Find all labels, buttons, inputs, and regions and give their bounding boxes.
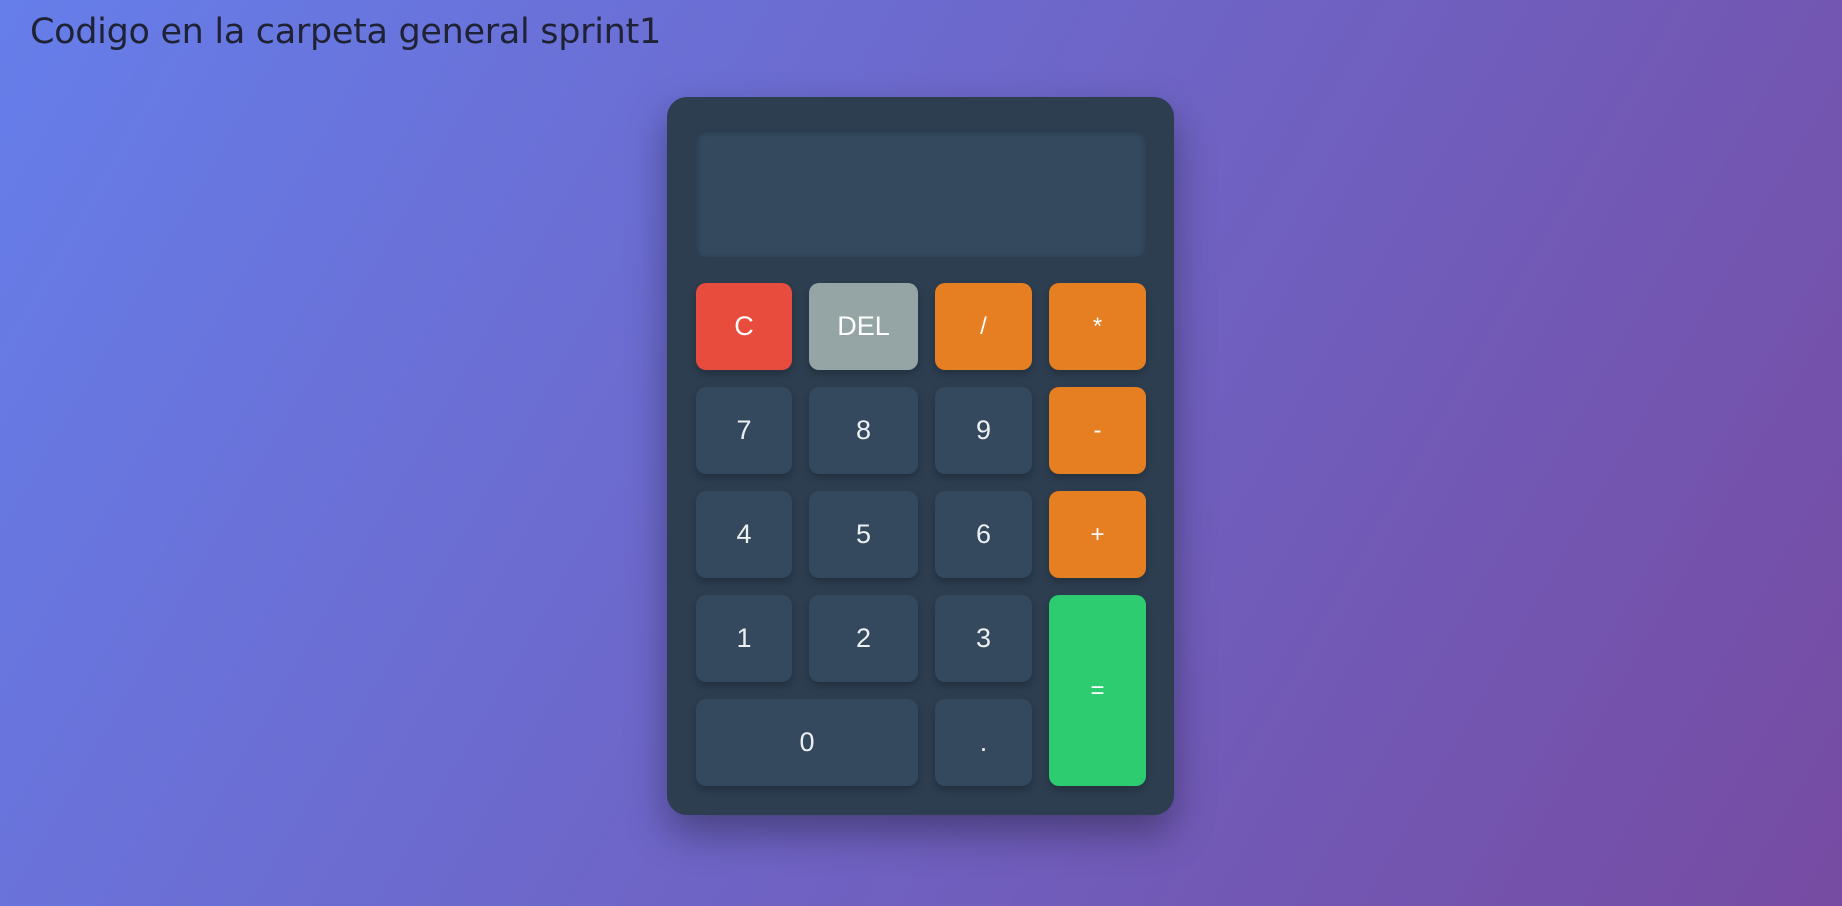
calculator: C DEL / * 7 8 9 - 4 5 6 + 1 2 3 = 0 . [667, 97, 1174, 815]
delete-button[interactable]: DEL [809, 283, 918, 370]
digit-8-button[interactable]: 8 [809, 387, 918, 474]
clear-button[interactable]: C [696, 283, 792, 370]
calculator-display [696, 130, 1146, 257]
divide-button[interactable]: / [935, 283, 1032, 370]
digit-1-button[interactable]: 1 [696, 595, 792, 682]
subtract-button[interactable]: - [1049, 387, 1146, 474]
digit-6-button[interactable]: 6 [935, 491, 1032, 578]
decimal-button[interactable]: . [935, 699, 1032, 786]
digit-7-button[interactable]: 7 [696, 387, 792, 474]
keypad: C DEL / * 7 8 9 - 4 5 6 + 1 2 3 = 0 . [696, 283, 1146, 786]
digit-0-button[interactable]: 0 [696, 699, 918, 786]
page-title: Codigo en la carpeta general sprint1 [30, 12, 661, 52]
add-button[interactable]: + [1049, 491, 1146, 578]
digit-4-button[interactable]: 4 [696, 491, 792, 578]
multiply-button[interactable]: * [1049, 283, 1146, 370]
equals-button[interactable]: = [1049, 595, 1146, 786]
digit-5-button[interactable]: 5 [809, 491, 918, 578]
digit-2-button[interactable]: 2 [809, 595, 918, 682]
digit-3-button[interactable]: 3 [935, 595, 1032, 682]
digit-9-button[interactable]: 9 [935, 387, 1032, 474]
